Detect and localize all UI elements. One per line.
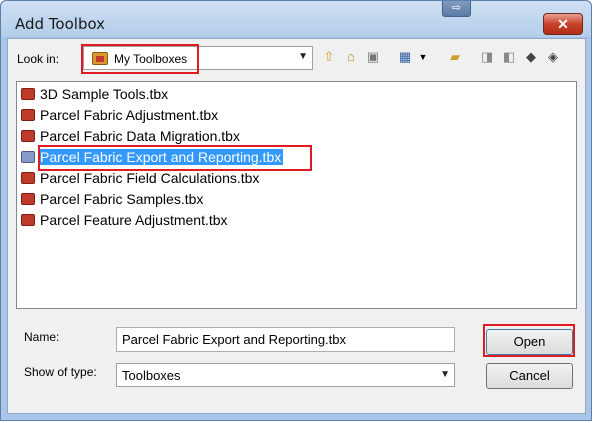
up-one-level-icon[interactable]: ⇧ bbox=[320, 48, 338, 66]
file-label: Parcel Fabric Field Calculations.tbx bbox=[40, 170, 260, 186]
connect-folder-icon[interactable]: ▣ bbox=[364, 48, 382, 66]
add-toolbox-dialog: Add Toolbox ⇨ ✕ Look in: My Toolboxes ▼ … bbox=[0, 0, 592, 421]
show-of-type-dropdown[interactable]: Toolboxes ▼ bbox=[116, 363, 455, 387]
view-menu-chevron-icon[interactable]: ▼ bbox=[414, 48, 432, 66]
look-in-highlight-box bbox=[81, 44, 199, 74]
new-folder-icon[interactable]: ▰ bbox=[446, 48, 464, 66]
toolbox-icon bbox=[21, 214, 35, 226]
view-grid-icon[interactable]: ▦ bbox=[396, 48, 414, 66]
file-label: Parcel Fabric Data Migration.tbx bbox=[40, 128, 240, 144]
catalog-icon-2[interactable]: ◧ bbox=[500, 48, 518, 66]
close-button[interactable]: ✕ bbox=[543, 13, 583, 35]
file-label: Parcel Fabric Adjustment.tbx bbox=[40, 107, 219, 123]
show-of-type-label: Show of type: bbox=[24, 365, 97, 379]
toolbox-icon bbox=[21, 88, 35, 100]
look-in-label: Look in: bbox=[17, 52, 60, 66]
window-title: Add Toolbox bbox=[15, 15, 106, 33]
selected-file-highlight-box bbox=[38, 145, 312, 171]
open-button[interactable]: Open bbox=[486, 329, 573, 355]
name-field[interactable] bbox=[116, 327, 455, 352]
chevron-down-icon[interactable]: ▼ bbox=[440, 369, 450, 380]
toolbox-icon bbox=[21, 130, 35, 142]
catalog-icon-3[interactable]: ◆ bbox=[522, 48, 540, 66]
toolbox-file-list[interactable]: 3D Sample Tools.tbx Parcel Fabric Adjust… bbox=[16, 81, 577, 309]
toolbox-icon bbox=[21, 172, 35, 184]
cancel-button[interactable]: Cancel bbox=[486, 363, 573, 389]
drag-handle-icon[interactable]: ⇨ bbox=[442, 1, 471, 17]
file-label: Parcel Fabric Samples.tbx bbox=[40, 191, 204, 207]
home-icon[interactable]: ⌂ bbox=[342, 48, 360, 66]
dialog-body: Look in: My Toolboxes ▼ ⇧ ⌂ ▣ ▦ ▼ ▰ ◨ ◧ … bbox=[7, 38, 586, 414]
toolbox-icon bbox=[21, 109, 35, 121]
name-label: Name: bbox=[24, 330, 60, 344]
title-bar[interactable]: Add Toolbox ⇨ ✕ bbox=[1, 1, 591, 37]
show-of-type-value: Toolboxes bbox=[122, 368, 181, 383]
file-label: Parcel Feature Adjustment.tbx bbox=[40, 212, 228, 228]
toolbox-icon bbox=[21, 151, 35, 163]
catalog-icon-4[interactable]: ◈ bbox=[544, 48, 562, 66]
toolbox-icon bbox=[21, 193, 35, 205]
catalog-icon-1[interactable]: ◨ bbox=[478, 48, 496, 66]
file-label: 3D Sample Tools.tbx bbox=[40, 86, 169, 102]
chevron-down-icon[interactable]: ▼ bbox=[298, 51, 308, 62]
